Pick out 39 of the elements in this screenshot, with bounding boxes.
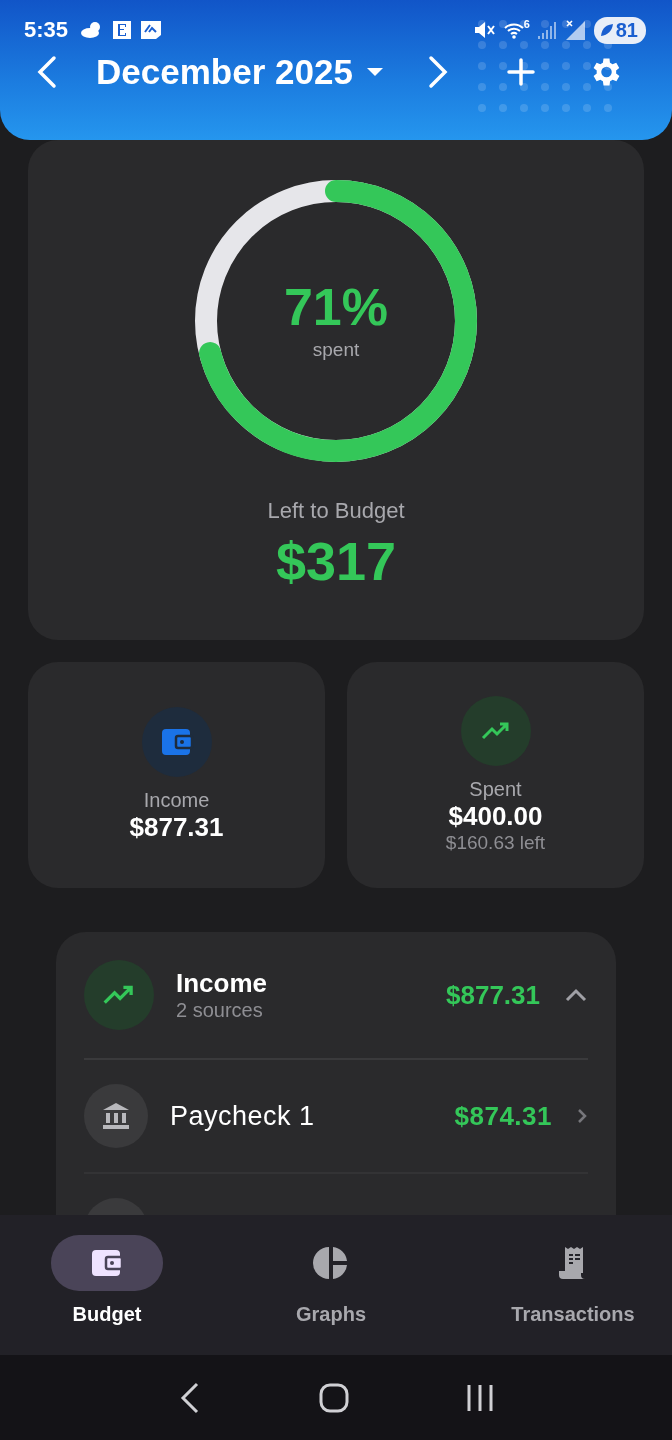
wifi-generation-label: 6	[523, 18, 530, 30]
stat-label: Income	[143, 789, 210, 812]
group-subtitle: 2 sources	[176, 999, 264, 1022]
wallet-icon	[90, 1248, 124, 1278]
wifi-icon	[503, 21, 524, 39]
source-name: Paycheck 1	[170, 1100, 316, 1132]
notification-icon	[140, 20, 163, 40]
add-button[interactable]	[506, 58, 535, 86]
recent-apps-icon[interactable]	[465, 1382, 494, 1413]
income-source-row[interactable]: Paycheck 1 $874.31	[84, 1060, 588, 1174]
no-signal-icon	[563, 19, 586, 41]
notification-icon	[112, 20, 133, 40]
left-to-budget-amount: $317	[275, 530, 397, 592]
stat-amount: $877.31	[129, 812, 224, 843]
stat-label: Spent	[469, 778, 522, 801]
home-icon[interactable]	[319, 1382, 349, 1413]
status-time: 5:35	[24, 17, 69, 43]
stat-note: $160.63 left	[445, 832, 546, 854]
pie-chart-icon	[313, 1245, 349, 1281]
nav-tab[interactable]: Transactions	[498, 1215, 648, 1355]
mute-icon	[473, 20, 496, 40]
leaf-icon	[599, 23, 614, 37]
source-amount: $874.31	[454, 1100, 552, 1132]
month-selector[interactable]: December 2025	[96, 52, 385, 92]
battery-level: 81	[615, 18, 638, 42]
percent-caption: spent	[312, 339, 360, 361]
collapse-icon[interactable]	[564, 987, 588, 1003]
income-group-header[interactable]: Income 2 sources $877.31	[84, 932, 588, 1060]
signal-icon	[537, 20, 556, 40]
stat-amount: $400.00	[448, 801, 543, 832]
left-to-budget-label: Left to Budget	[267, 498, 405, 524]
nav-tab[interactable]: Budget	[50, 1215, 164, 1355]
group-title: Income	[176, 968, 269, 999]
next-month-button[interactable]	[426, 55, 449, 89]
group-total: $877.31	[446, 979, 540, 1011]
previous-month-button[interactable]	[36, 55, 58, 89]
nav-tab[interactable]: Graphs	[274, 1215, 388, 1355]
percent-spent: 71%	[283, 281, 389, 333]
chevron-right-icon	[576, 1107, 588, 1125]
